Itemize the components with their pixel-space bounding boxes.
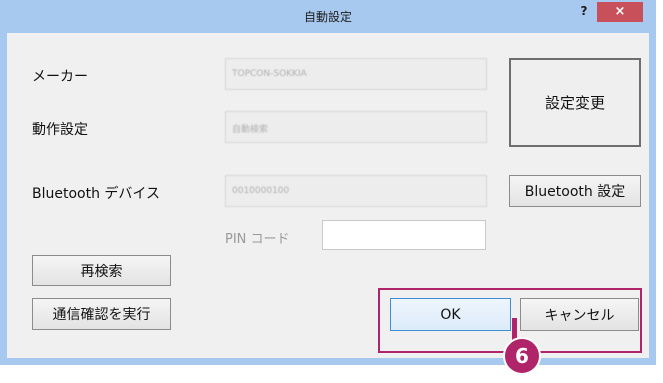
research-button[interactable]: 再検索 <box>32 255 171 286</box>
operation-field[interactable]: 自動検索 <box>225 111 487 143</box>
change-settings-button[interactable]: 設定変更 <box>509 58 641 147</box>
pin-label: PIN コード <box>225 232 290 247</box>
run-comm-check-button[interactable]: 通信確認を実行 <box>32 298 171 330</box>
step-number-badge: 6 <box>503 337 541 375</box>
dialog-title: 自動設定 <box>303 10 352 24</box>
title-bar: 自動設定 ? × <box>0 0 656 33</box>
operation-label: 動作設定 <box>32 122 88 138</box>
help-button[interactable]: ? <box>574 2 594 20</box>
bluetooth-settings-button[interactable]: Bluetooth 設定 <box>509 175 641 207</box>
maker-label: メーカー <box>32 69 88 85</box>
bluetooth-device-label: Bluetooth デバイス <box>32 186 160 202</box>
bluetooth-device-field[interactable]: 0010000100 <box>225 175 487 207</box>
pin-input[interactable] <box>322 220 486 250</box>
maker-field[interactable]: TOPCON-SOKKIA <box>225 58 487 90</box>
close-button[interactable]: × <box>597 2 643 22</box>
